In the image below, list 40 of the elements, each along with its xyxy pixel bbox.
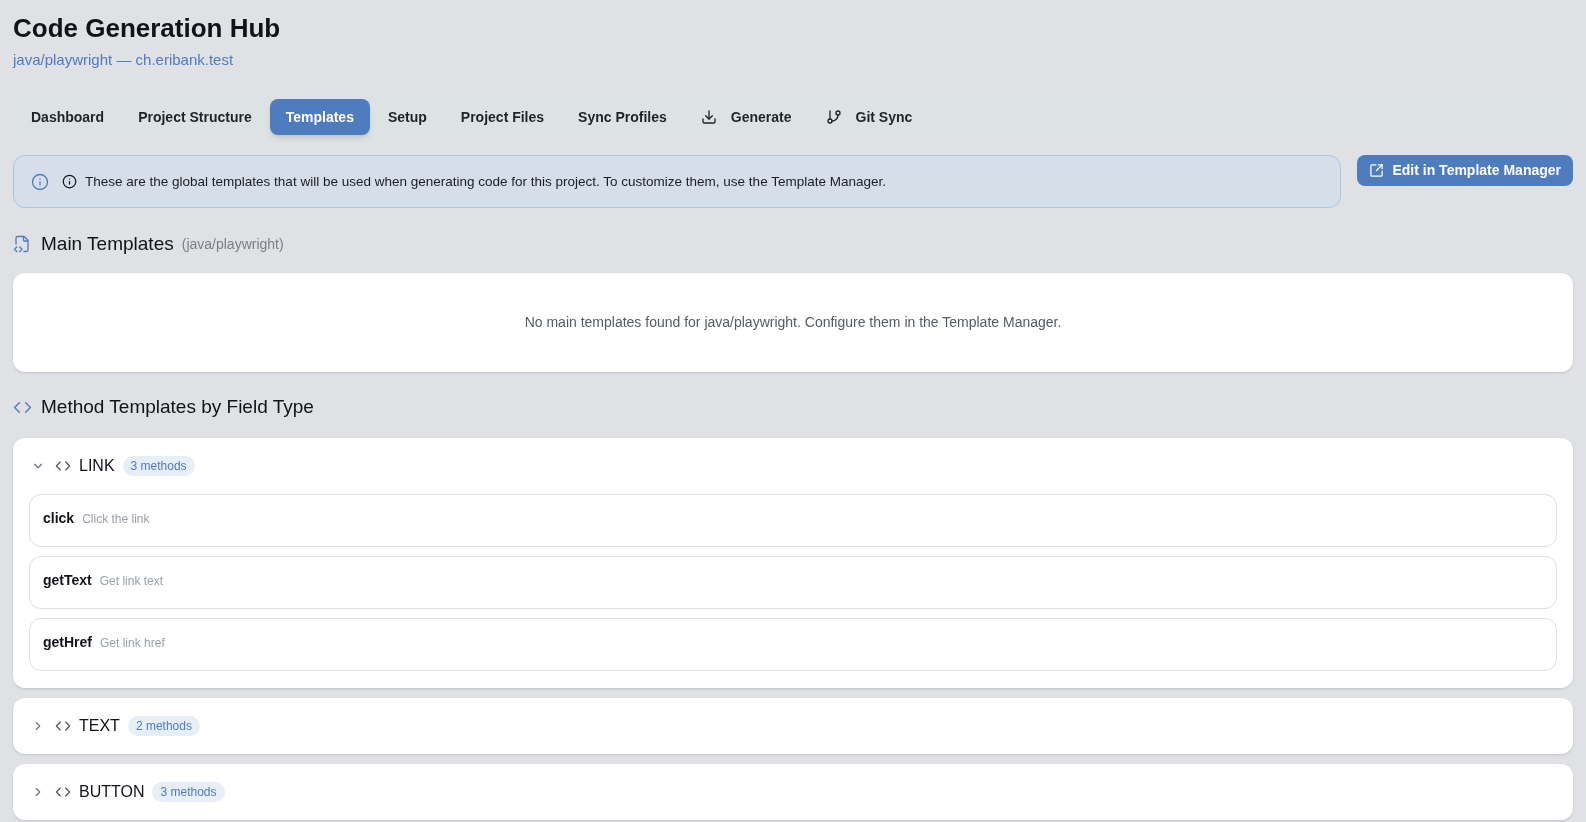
nav-tab[interactable]: Setup: [371, 99, 443, 135]
method-row[interactable]: click Click the link: [29, 494, 1557, 547]
info-icon: [62, 174, 77, 189]
download-icon: [700, 109, 717, 125]
method-count-badge: 2 methods: [127, 716, 200, 736]
group-toggle[interactable]: TEXT: [29, 714, 120, 738]
nav-tab[interactable]: Sync Profiles: [562, 99, 683, 135]
method-name: getText: [43, 571, 92, 590]
nav-tab[interactable]: Project Files: [444, 99, 561, 135]
section-title: Main Templates: [41, 232, 174, 256]
nav-tab[interactable]: Generate: [684, 99, 808, 135]
group-toggle[interactable]: LINK: [29, 454, 115, 478]
code-icon: [55, 784, 71, 800]
nav-tab[interactable]: Project Structure: [122, 99, 268, 135]
method-description: Get link href: [100, 635, 165, 652]
page-subtitle: java/playwright — ch.eribank.test: [13, 50, 234, 70]
method-description: Get link text: [99, 573, 164, 590]
code-icon: [55, 458, 71, 474]
external-link-icon: [1369, 163, 1385, 178]
empty-message: No main templates found for java/playwright. Configure them in the Template Manager.: [524, 313, 1062, 332]
info-icon: [31, 172, 49, 191]
method-count-badge: 3 methods: [122, 456, 195, 476]
method-count-badge: 3 methods: [152, 782, 225, 802]
page-title: Code Generation Hub: [13, 12, 281, 45]
nav-tab[interactable]: Dashboard: [15, 99, 121, 135]
method-row[interactable]: getHref Get link href: [29, 618, 1557, 671]
branch-icon: [825, 109, 842, 125]
nav-tab[interactable]: Git Sync: [809, 99, 929, 135]
section-scope: (java/playwright): [181, 234, 284, 254]
method-name: getHref: [43, 633, 92, 652]
code-file-icon: [13, 235, 31, 253]
method-description: Click the link: [82, 511, 150, 528]
group-toggle[interactable]: BUTTON: [29, 780, 145, 804]
notice-text: These are the global templates that will be used when generating code for this project. To customize them, use the Template Manager.: [85, 172, 886, 191]
nav-tab[interactable]: Templates: [269, 99, 370, 135]
section-title: Method Templates by Field Type: [41, 395, 314, 419]
method-name: click: [43, 509, 75, 528]
edit-template-manager-button[interactable]: Edit in Template Manager: [1357, 155, 1573, 186]
code-icon: [55, 718, 71, 734]
method-row[interactable]: getText Get link text: [29, 556, 1557, 609]
